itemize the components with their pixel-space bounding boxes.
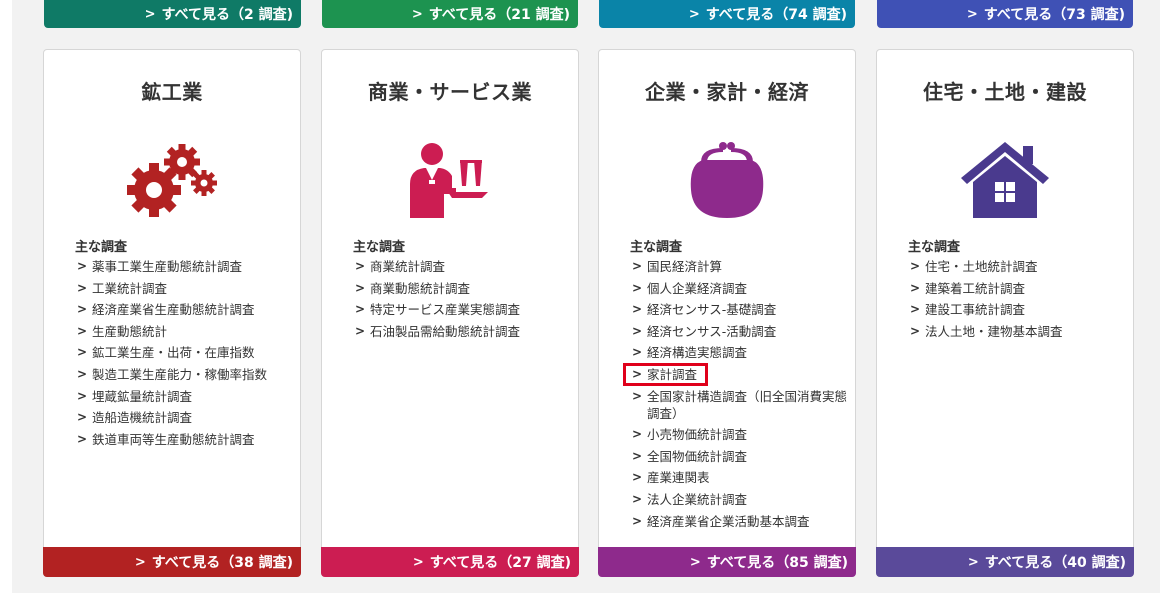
chevron-right-icon: >: [910, 323, 921, 338]
survey-link[interactable]: > 経済産業省生産動態統計調査: [75, 301, 292, 318]
waiter-icon: [402, 140, 498, 222]
chevron-right-icon: >: [689, 554, 701, 570]
category-card-housing-land-construction: 住宅・土地・建設 主な調査 > 住宅・土地統計調査 > 建築着工統計調査 > 建設工事…: [876, 49, 1134, 577]
survey-link[interactable]: > 鉱工業生産・出荷・在庫指数: [75, 344, 292, 361]
survey-link[interactable]: > 建築着工統計調査: [908, 280, 1125, 297]
survey-link[interactable]: > 造船造機統計調査: [75, 409, 292, 426]
chevron-right-icon: >: [77, 345, 88, 360]
survey-link[interactable]: > 工業統計調査: [75, 280, 292, 297]
survey-link[interactable]: > 石油製品需給動態統計調査: [353, 323, 570, 340]
chevron-right-icon: >: [411, 6, 423, 22]
main-surveys-heading: 主な調査: [353, 240, 406, 255]
survey-link[interactable]: > 薬事工業生産動態統計調査: [75, 258, 292, 275]
highlight-box: > 家計調査: [622, 362, 709, 386]
category-card-mining-industry: 鉱工業 主な調査 > 薬事工業生産動態統計調査 > 工業統計調査 > 経済産業省…: [43, 49, 301, 577]
survey-link[interactable]: > 法人企業統計調査: [630, 491, 847, 508]
chevron-right-icon: >: [632, 345, 643, 360]
category-card-business-household-economy: 企業・家計・経済 主な調査 > 国民経済計算 > 個人企業経済調査 > 経済センサス-…: [598, 49, 856, 577]
survey-list: > 薬事工業生産動態統計調査 > 工業統計調査 > 経済産業省生産動態統計調査 > 生産…: [75, 258, 292, 452]
chevron-right-icon: >: [910, 280, 921, 295]
main-surveys-heading: 主な調査: [908, 240, 961, 255]
chevron-right-icon: >: [632, 513, 643, 528]
chevron-right-icon: >: [77, 259, 88, 273]
survey-link[interactable]: > 法人土地・建物基本調査: [908, 323, 1125, 340]
survey-link[interactable]: > 建設工事統計調査: [908, 301, 1125, 318]
survey-link[interactable]: > 鉄道車両等生産動態統計調査: [75, 431, 292, 448]
card-title: 鉱工業: [141, 80, 203, 104]
survey-link[interactable]: > 特定サービス産業実態調査: [353, 301, 570, 318]
survey-link[interactable]: > 経済センサス-活動調査: [630, 323, 847, 340]
chevron-right-icon: >: [632, 491, 643, 506]
chevron-right-icon: >: [77, 410, 88, 425]
chevron-right-icon: >: [910, 302, 921, 317]
see-all-link[interactable]: > すべて見る（27 調査): [321, 547, 579, 577]
see-all-link[interactable]: > すべて見る（85 調査): [598, 547, 856, 577]
survey-link[interactable]: > 商業動態統計調査: [353, 280, 570, 297]
chevron-right-icon: >: [910, 259, 921, 273]
chevron-right-icon: >: [632, 427, 643, 442]
chevron-right-icon: >: [967, 554, 979, 570]
chevron-right-icon: >: [688, 6, 700, 22]
chevron-right-icon: >: [632, 448, 643, 463]
see-all-link[interactable]: > すべて見る（40 調査): [876, 547, 1134, 577]
top-see-all-link-1[interactable]: > すべて見る（2 調査): [44, 0, 301, 28]
survey-link[interactable]: > 商業統計調査: [353, 258, 570, 275]
survey-link[interactable]: > 埋蔵鉱量統計調査: [75, 388, 292, 405]
survey-link[interactable]: > 全国家計構造調査（旧全国消費実態調査）: [630, 388, 847, 422]
survey-link[interactable]: > 経済センサス-基礎調査: [630, 301, 847, 318]
main-surveys-heading: 主な調査: [630, 240, 683, 255]
top-see-all-link-3[interactable]: > すべて見る（74 調査): [599, 0, 855, 28]
chevron-right-icon: >: [77, 366, 88, 381]
survey-link-highlighted[interactable]: > 家計調査: [622, 362, 847, 386]
chevron-right-icon: >: [355, 259, 366, 273]
survey-link[interactable]: > 国民経済計算: [630, 258, 847, 275]
category-card-commerce-services: 商業・サービス業 主な調査 > 商業統計調査 > 商業動態統計調査 > 特定サービス産…: [321, 49, 579, 577]
chevron-right-icon: >: [966, 6, 978, 22]
chevron-right-icon: >: [632, 323, 643, 338]
survey-link[interactable]: > 製造工業生産能力・稼働率指数: [75, 366, 292, 383]
chevron-right-icon: >: [632, 388, 643, 403]
survey-link[interactable]: > 産業連関表: [630, 469, 847, 486]
survey-link[interactable]: > 住宅・土地統計調査: [908, 258, 1125, 275]
survey-link[interactable]: > 経済構造実態調査: [630, 344, 847, 361]
chevron-right-icon: >: [355, 302, 366, 317]
top-see-all-link-2[interactable]: > すべて見る（21 調査): [322, 0, 578, 28]
survey-list: > 住宅・土地統計調査 > 建築着工統計調査 > 建設工事統計調査 > 法人土地・建物基…: [908, 258, 1125, 344]
chevron-right-icon: >: [355, 280, 366, 295]
card-title: 商業・サービス業: [368, 80, 532, 104]
purse-icon: [679, 140, 775, 222]
chevron-right-icon: >: [144, 6, 156, 22]
gears-icon: [124, 140, 220, 222]
survey-list: > 国民経済計算 > 個人企業経済調査 > 経済センサス-基礎調査 > 経済センサス-活…: [622, 258, 847, 534]
main-surveys-heading: 主な調査: [75, 240, 128, 255]
card-title: 住宅・土地・建設: [923, 80, 1087, 104]
chevron-right-icon: >: [134, 554, 146, 570]
chevron-right-icon: >: [632, 470, 643, 485]
survey-link[interactable]: > 経済産業省企業活動基本調査: [630, 513, 847, 530]
chevron-right-icon: >: [355, 323, 366, 338]
chevron-right-icon: >: [77, 280, 88, 295]
chevron-right-icon: >: [77, 323, 88, 338]
survey-list: > 商業統計調査 > 商業動態統計調査 > 特定サービス産業実態調査 > 石油製品需給動…: [353, 258, 570, 344]
chevron-right-icon: >: [77, 431, 88, 446]
top-see-all-link-4[interactable]: > すべて見る（73 調査): [877, 0, 1133, 28]
chevron-right-icon: >: [632, 302, 643, 317]
survey-link[interactable]: > 生産動態統計: [75, 323, 292, 340]
card-title: 企業・家計・経済: [645, 80, 809, 104]
survey-link[interactable]: > 全国物価統計調査: [630, 448, 847, 465]
chevron-right-icon: >: [412, 554, 424, 570]
chevron-right-icon: >: [77, 302, 88, 317]
chevron-right-icon: >: [77, 388, 88, 403]
house-icon: [957, 140, 1053, 222]
see-all-link[interactable]: > すべて見る（38 調査): [43, 547, 301, 577]
survey-link[interactable]: > 個人企業経済調査: [630, 280, 847, 297]
chevron-right-icon: >: [632, 259, 643, 273]
chevron-right-icon: >: [632, 280, 643, 295]
survey-link[interactable]: > 小売物価統計調査: [630, 426, 847, 443]
chevron-right-icon: >: [632, 366, 643, 381]
